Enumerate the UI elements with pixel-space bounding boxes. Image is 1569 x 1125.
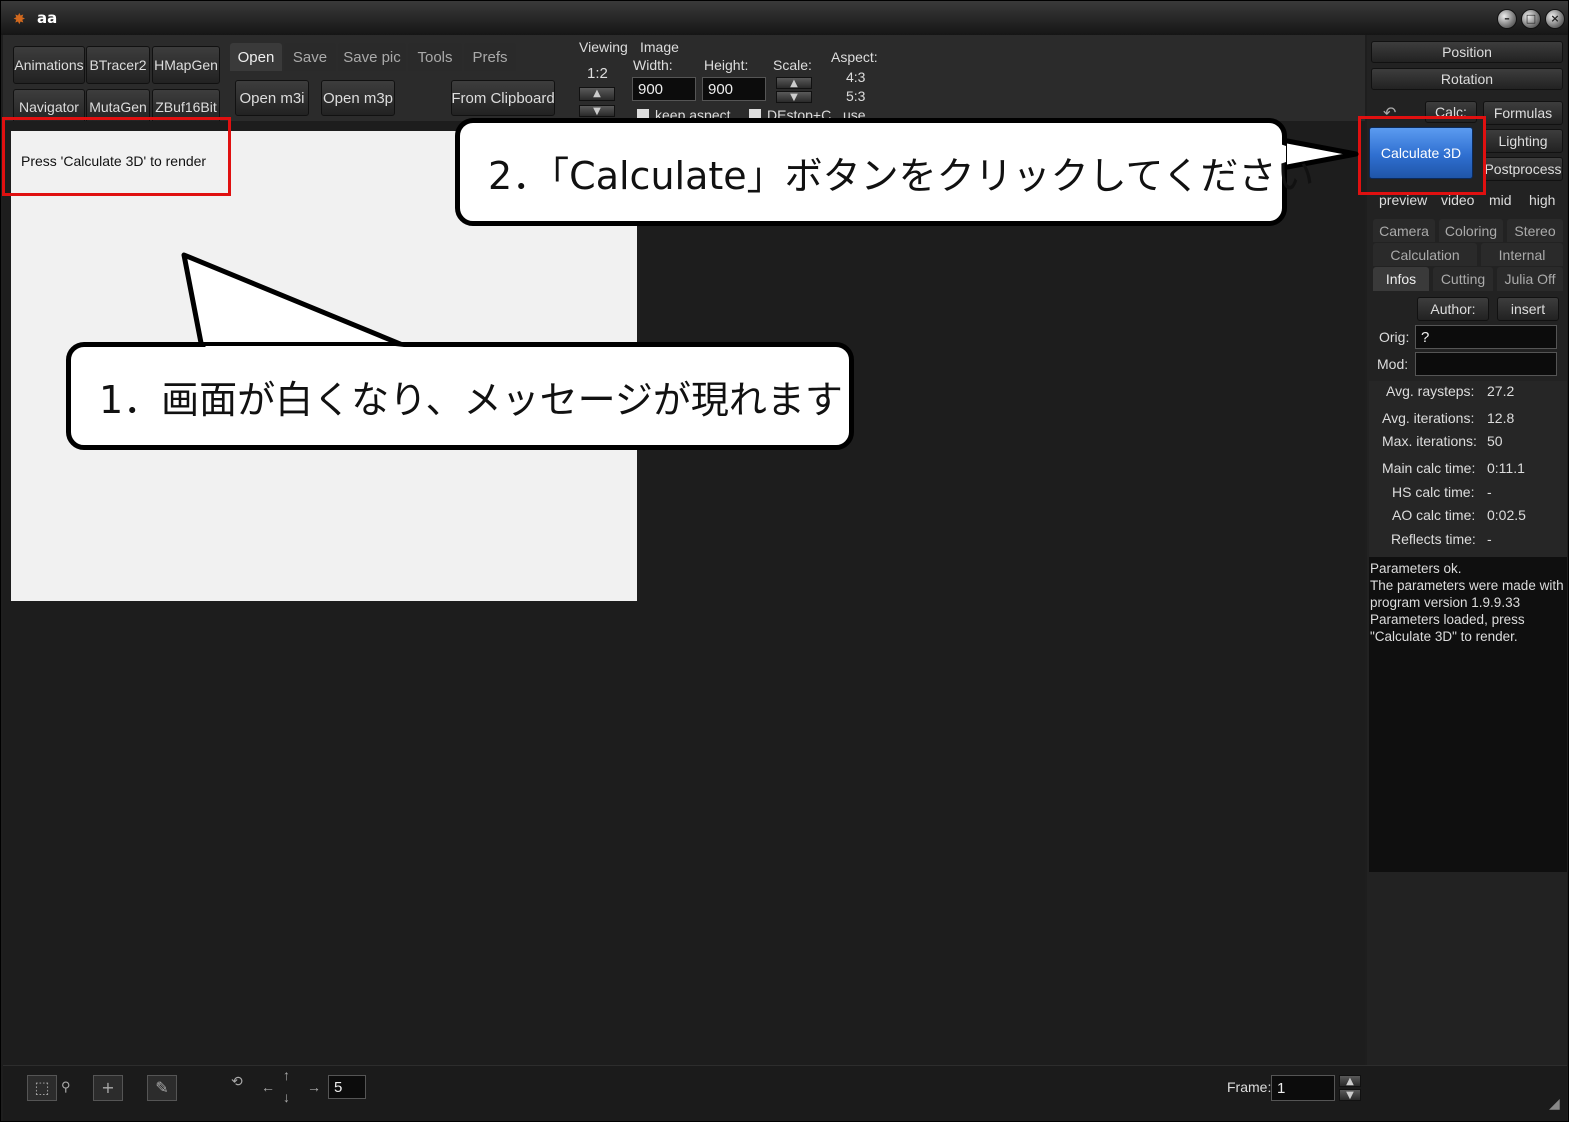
- callout2-join: [1280, 144, 1286, 164]
- callout1-join: [205, 346, 404, 351]
- callout-pointer-joins: [205, 144, 1286, 351]
